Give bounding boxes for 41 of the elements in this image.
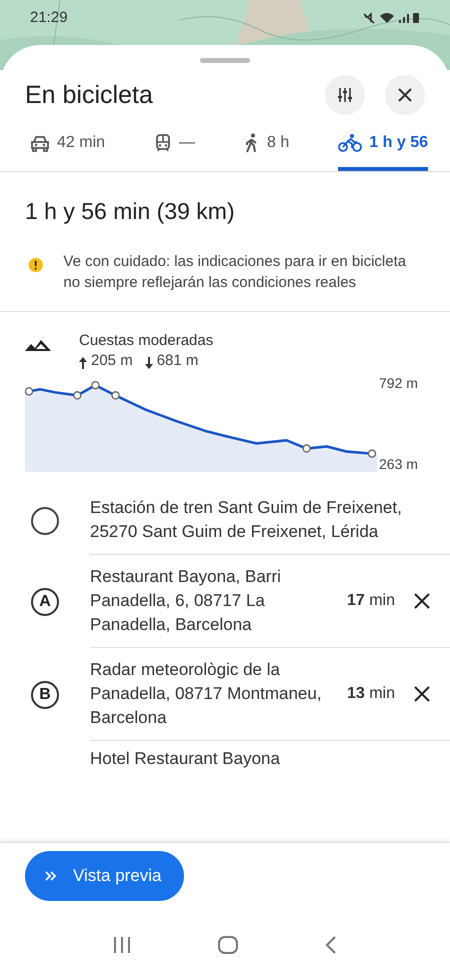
car-icon <box>30 134 50 152</box>
options-button[interactable] <box>325 75 365 115</box>
stop-duration: 17 min <box>346 592 395 610</box>
home-icon[interactable] <box>216 935 239 955</box>
close-icon <box>413 592 431 610</box>
preview-button[interactable]: Vista previa <box>25 851 184 901</box>
max-elevation-label: 792 m <box>379 375 418 391</box>
status-icons <box>362 10 422 24</box>
arrow-up-icon <box>79 357 87 369</box>
close-icon <box>397 87 413 103</box>
bicycle-icon <box>338 133 362 153</box>
mountain-icon <box>25 338 51 352</box>
sheet-title: En bicicleta <box>25 80 154 110</box>
sliders-icon <box>336 86 354 104</box>
warning-text: Ve con cuidado: las indicaciones para ir en bicicleta no siempre reflejarán las condiciones reales <box>63 252 408 293</box>
drag-handle[interactable] <box>200 58 250 63</box>
travel-mode-tab[interactable]: 8 h <box>244 133 290 171</box>
close-icon <box>413 685 431 703</box>
stop-address[interactable]: Estación de tren Sant Guim de Freixenet, 25270 Sant Guim de Freixenet, Lérida <box>90 496 435 544</box>
travel-mode-tab[interactable]: 42 min <box>30 133 106 171</box>
stop-address[interactable]: Radar meteorològic de la Panadella, 08717 Montmaneu, Barcelona <box>90 658 337 730</box>
start-circle-icon <box>30 506 60 536</box>
stop-address[interactable]: Restaurant Bayona, Barri Panadella, 6, 08717 La Panadella, Barcelona <box>90 565 337 637</box>
waypoint-marker: A <box>31 588 59 616</box>
elevation-title: Cuestas moderadas <box>79 332 214 349</box>
waypoint-marker: B <box>31 680 59 708</box>
min-elevation-label: 263 m <box>379 456 418 472</box>
travel-mode-tab[interactable]: — <box>154 133 196 171</box>
stop-address[interactable]: Hotel Restaurant Bayona <box>90 747 450 771</box>
ascent-text: 205 m <box>91 352 133 368</box>
status-time: 21:29 <box>30 9 68 26</box>
travel-mode-tab[interactable]: 1 h y 56 <box>338 133 428 171</box>
recents-icon[interactable] <box>112 936 132 954</box>
close-button[interactable] <box>385 75 425 115</box>
double-chevron-icon <box>45 871 57 881</box>
descent-text: 681 m <box>156 352 198 368</box>
route-summary: 1 h y 56 min (39 km) <box>24 197 236 225</box>
arrow-down-icon <box>144 357 153 369</box>
train-icon <box>154 134 172 152</box>
back-icon[interactable] <box>324 935 338 955</box>
stop-duration: 13 min <box>346 685 395 703</box>
